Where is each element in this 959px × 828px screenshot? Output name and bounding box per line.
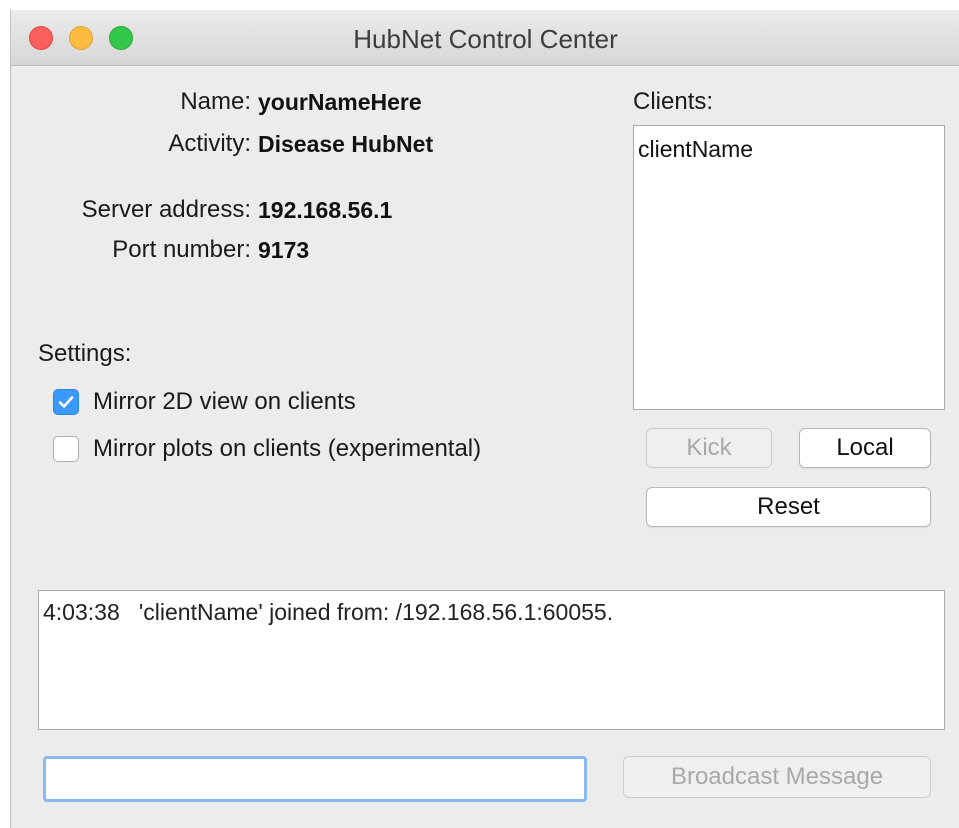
name-label: Name: [180,88,251,115]
clients-list[interactable]: clientName [633,125,945,410]
server-address-label: Server address: [81,196,251,223]
broadcast-message-input[interactable] [43,756,587,802]
broadcast-message-button[interactable]: Broadcast Message [623,756,931,798]
activity-value: Disease HubNet [258,131,434,157]
message-log[interactable]: 4:03:38 'clientName' joined from: /192.1… [38,590,945,730]
activity-label: Activity: [168,130,251,157]
settings-heading: Settings: [38,340,132,367]
port-number-value: 9173 [258,237,310,263]
server-address-value: 192.168.56.1 [258,197,393,223]
title-bar[interactable]: HubNet Control Center [11,10,959,66]
kick-button[interactable]: Kick [646,428,772,468]
window-title: HubNet Control Center [353,24,618,54]
local-button[interactable]: Local [799,428,931,468]
mirror-2d-view-checkbox[interactable] [53,389,79,415]
mirror-plots-label[interactable]: Mirror plots on clients (experimental) [93,435,481,463]
log-entry: 4:03:38 'clientName' joined from: /192.1… [43,599,614,625]
port-number-label: Port number: [112,236,251,263]
mirror-2d-view-label[interactable]: Mirror 2D view on clients [93,388,356,416]
clients-heading: Clients: [633,88,714,115]
name-value: yourNameHere [258,89,422,115]
list-item[interactable]: clientName [638,136,753,163]
hubnet-control-center-window: HubNet Control Center Name: yourNameHere… [10,10,959,828]
reset-button[interactable]: Reset [646,487,931,527]
checkmark-icon [58,396,74,408]
mirror-plots-checkbox[interactable] [53,436,79,462]
